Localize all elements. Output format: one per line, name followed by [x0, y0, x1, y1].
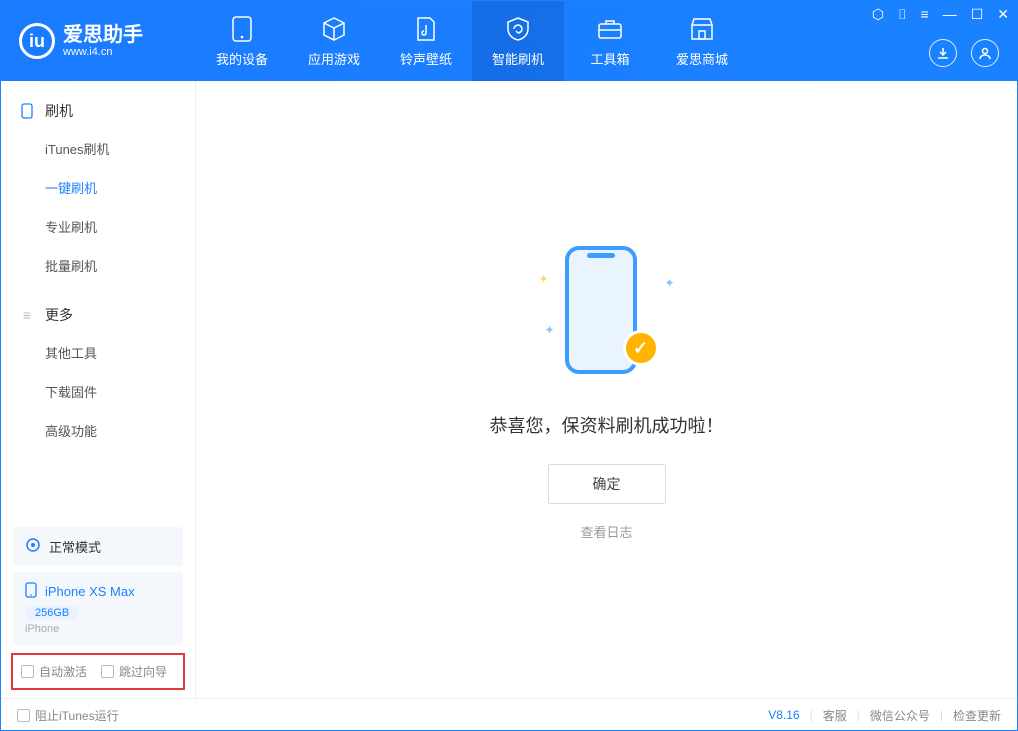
tab-my-device[interactable]: 我的设备 — [196, 1, 288, 81]
device-icon — [19, 103, 35, 119]
sidebar-item-batch-flash[interactable]: 批量刷机 — [1, 246, 195, 285]
sparkle-icon: ✦ — [539, 272, 549, 286]
close-button[interactable]: ✕ — [997, 7, 1009, 21]
view-log-link[interactable]: 查看日志 — [580, 522, 632, 541]
phone-icon — [228, 15, 256, 43]
sidebar-item-download-firmware[interactable]: 下载固件 — [1, 372, 195, 411]
mode-chip[interactable]: 正常模式 — [13, 527, 183, 566]
device-storage-badge: 256GB — [25, 606, 79, 620]
download-button[interactable] — [929, 39, 957, 67]
checkbox-auto-activate[interactable]: 自动激活 — [21, 663, 87, 680]
header-actions — [929, 39, 999, 67]
tab-ringtones-wallpapers[interactable]: 铃声壁纸 — [380, 1, 472, 81]
footer-link-wechat[interactable]: 微信公众号 — [870, 707, 930, 724]
menu-lines-icon: ≡ — [19, 307, 35, 323]
sidebar-item-pro-flash[interactable]: 专业刷机 — [1, 207, 195, 246]
menu-icon[interactable]: ≡ — [921, 7, 929, 21]
sparkle-icon: ✦ — [545, 323, 555, 337]
user-button[interactable] — [971, 39, 999, 67]
footer-link-update[interactable]: 检查更新 — [953, 707, 1001, 724]
sidebar-item-itunes-flash[interactable]: iTunes刷机 — [1, 129, 195, 168]
device-chip[interactable]: iPhone XS Max 256GB iPhone — [13, 572, 183, 645]
checkbox-label: 跳过向导 — [119, 663, 167, 680]
footer-link-support[interactable]: 客服 — [823, 707, 847, 724]
tab-label: 铃声壁纸 — [400, 49, 452, 68]
checkbox-icon — [101, 665, 114, 678]
checkbox-block-itunes[interactable]: 阻止iTunes运行 — [17, 707, 119, 724]
checkbox-label: 自动激活 — [39, 663, 87, 680]
device-phone-icon — [25, 582, 37, 601]
success-message: 恭喜您，保资料刷机成功啦！ — [490, 412, 724, 438]
mode-icon — [25, 537, 41, 556]
app-url: www.i4.cn — [63, 46, 143, 58]
app-logo: iu 爱思助手 www.i4.cn — [1, 23, 196, 59]
refresh-shield-icon — [504, 15, 532, 43]
separator: | — [940, 708, 943, 722]
separator: | — [857, 708, 860, 722]
tab-apps-games[interactable]: 应用游戏 — [288, 1, 380, 81]
title-bar: iu 爱思助手 www.i4.cn 我的设备 应用游戏 铃声壁纸 智能刷机 工具… — [1, 1, 1017, 81]
separator: | — [810, 708, 813, 722]
tab-label: 应用游戏 — [308, 49, 360, 68]
sparkle-icon: ✦ — [664, 276, 674, 290]
tab-label: 我的设备 — [216, 49, 268, 68]
ok-button[interactable]: 确定 — [548, 464, 666, 504]
device-name: iPhone XS Max — [45, 584, 135, 599]
sidebar-item-advanced[interactable]: 高级功能 — [1, 411, 195, 450]
settings-icon[interactable]: ⌷ — [898, 7, 906, 21]
app-title: 爱思助手 — [63, 24, 143, 46]
main-content: ✦ ✦ ✦ ✓ 恭喜您，保资料刷机成功啦！ 确定 查看日志 — [196, 81, 1017, 698]
section-title: 刷机 — [45, 101, 73, 121]
success-illustration: ✦ ✦ ✦ ✓ — [537, 238, 677, 388]
options-row: 自动激活 跳过向导 — [11, 653, 185, 690]
sidebar-item-oneclick-flash[interactable]: 一键刷机 — [1, 168, 195, 207]
sidebar-item-other-tools[interactable]: 其他工具 — [1, 333, 195, 372]
nav-tabs: 我的设备 应用游戏 铃声壁纸 智能刷机 工具箱 爱思商城 — [196, 1, 748, 81]
store-icon — [688, 15, 716, 43]
cube-icon — [320, 15, 348, 43]
tab-store[interactable]: 爱思商城 — [656, 1, 748, 81]
tab-toolbox[interactable]: 工具箱 — [564, 1, 656, 81]
tab-label: 爱思商城 — [676, 49, 728, 68]
tab-label: 智能刷机 — [492, 49, 544, 68]
section-more: ≡ 更多 — [1, 297, 195, 333]
mode-label: 正常模式 — [49, 537, 101, 556]
logo-icon: iu — [19, 23, 55, 59]
tab-smart-flash[interactable]: 智能刷机 — [472, 1, 564, 81]
section-flash: 刷机 — [1, 93, 195, 129]
tshirt-icon[interactable]: ⬡ — [872, 7, 884, 21]
checkbox-icon — [21, 665, 34, 678]
window-controls: ⬡ ⌷ ≡ — ☐ ✕ — [872, 7, 1009, 21]
check-badge-icon: ✓ — [623, 330, 659, 366]
tab-label: 工具箱 — [590, 49, 629, 68]
minimize-button[interactable]: — — [943, 7, 957, 21]
status-bar: 阻止iTunes运行 V8.16 | 客服 | 微信公众号 | 检查更新 — [1, 698, 1017, 731]
section-title: 更多 — [45, 305, 73, 325]
version-label: V8.16 — [768, 708, 799, 722]
checkbox-skip-guide[interactable]: 跳过向导 — [101, 663, 167, 680]
checkbox-label: 阻止iTunes运行 — [35, 707, 119, 724]
checkbox-icon — [17, 709, 30, 722]
toolbox-icon — [596, 15, 624, 43]
music-file-icon — [412, 15, 440, 43]
sidebar: 刷机 iTunes刷机 一键刷机 专业刷机 批量刷机 ≡ 更多 其他工具 下载固… — [1, 81, 196, 698]
maximize-button[interactable]: ☐ — [971, 7, 984, 21]
device-type: iPhone — [25, 623, 171, 635]
